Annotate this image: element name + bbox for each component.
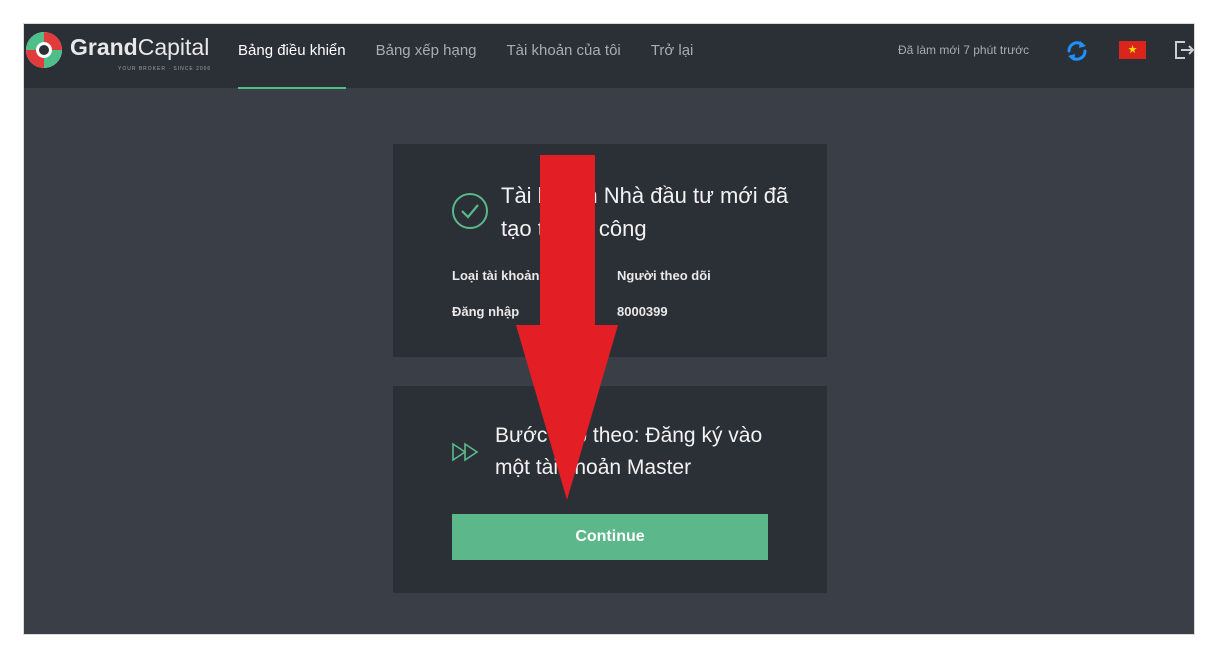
nav-dashboard[interactable]: Bảng điều khiển: [238, 24, 346, 89]
logo-wordmark: GrandCapital: [70, 33, 210, 60]
vietnam-flag-icon[interactable]: ★: [1119, 41, 1146, 59]
login-label: Đăng nhập: [452, 304, 520, 319]
continue-button[interactable]: Continue: [452, 514, 768, 560]
top-navigation-bar: GrandCapital YOUR BROKER · SINCE 2006 Bả…: [24, 24, 1194, 89]
next-step-title: Bước tiếp theo: Đăng ký vào một tài khoả…: [495, 424, 763, 479]
check-circle-icon: [452, 193, 488, 229]
app-window: GrandCapital YOUR BROKER · SINCE 2006 Bả…: [24, 24, 1194, 634]
logo-mark-icon: [26, 32, 62, 68]
refresh-icon[interactable]: [1065, 39, 1089, 63]
main-nav: Bảng điều khiển Bảng xếp hạng Tài khoản …: [238, 24, 723, 89]
next-step-card: Bước tiếp theo: Đăng ký vào một tài khoả…: [393, 386, 827, 593]
nav-back[interactable]: Trở lại: [651, 24, 694, 88]
double-play-icon: [452, 442, 479, 462]
login-value: 8000399: [617, 304, 668, 319]
nav-my-accounts[interactable]: Tài khoản của tôi: [507, 24, 621, 88]
success-title: Tài khoản Nhà đầu tư mới đã tạo thành cô…: [501, 183, 789, 241]
refresh-status-text: Đã làm mới 7 phút trước: [898, 43, 1030, 57]
account-type-label: Loại tài khoản: [452, 268, 540, 283]
account-created-card: Tài khoản Nhà đầu tư mới đã tạo thành cô…: [393, 144, 827, 357]
logo-tagline: YOUR BROKER · SINCE 2006: [118, 66, 212, 72]
grandcapital-logo[interactable]: GrandCapital YOUR BROKER · SINCE 2006: [24, 27, 214, 73]
logout-icon[interactable]: [1172, 38, 1194, 62]
account-type-value: Người theo dõi: [617, 268, 711, 283]
nav-leaderboard[interactable]: Bảng xếp hạng: [376, 24, 477, 88]
